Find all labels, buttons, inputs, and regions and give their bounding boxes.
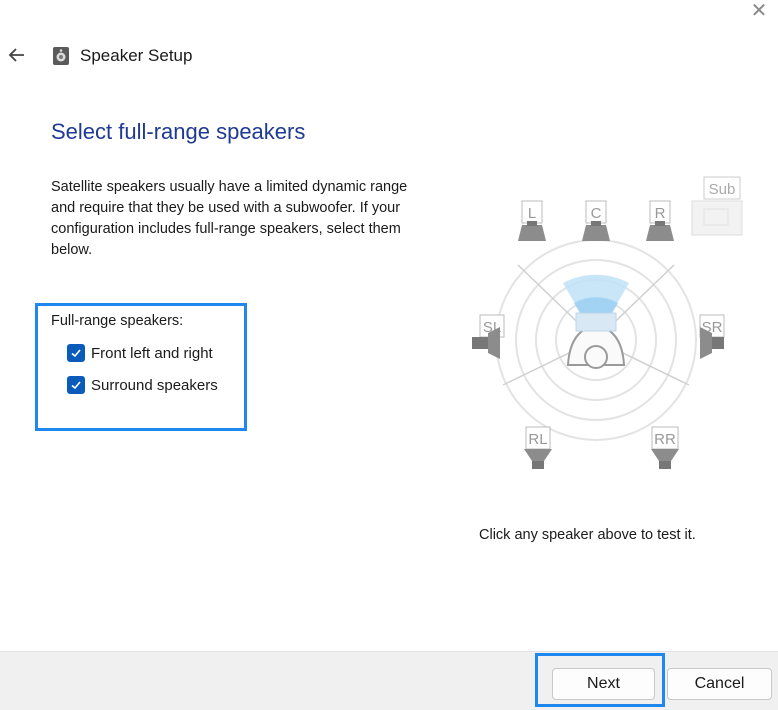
speaker-side-left-icon[interactable]: SL — [472, 314, 505, 359]
checkbox-checked-icon[interactable] — [67, 344, 85, 362]
speaker-front-left-icon[interactable]: L — [518, 200, 546, 241]
speaker-side-right-icon[interactable]: SR — [699, 314, 725, 359]
window-title: Speaker Setup — [80, 46, 193, 65]
speaker-rear-right-icon[interactable]: RR — [651, 426, 679, 469]
speaker-front-right-icon[interactable]: R — [646, 200, 674, 241]
svg-text:C: C — [591, 205, 602, 222]
full-range-label: Full-range speakers: — [51, 313, 184, 329]
svg-text:RL: RL — [528, 431, 547, 448]
front-left-right-label: Front left and right — [91, 344, 213, 362]
speaker-subwoofer-icon[interactable]: Sub — [691, 176, 743, 236]
cancel-button[interactable]: Cancel — [667, 668, 772, 700]
svg-text:RR: RR — [654, 431, 676, 448]
page-title: Select full-range speakers — [51, 119, 306, 144]
svg-text:R: R — [655, 205, 666, 222]
next-button[interactable]: Next — [552, 668, 655, 700]
surround-speakers-label: Surround speakers — [91, 376, 218, 394]
svg-text:L: L — [528, 205, 536, 222]
close-icon[interactable]: ✕ — [748, 0, 770, 22]
surround-speakers-checkbox[interactable]: Surround speakers — [67, 376, 218, 394]
back-arrow-icon[interactable] — [6, 44, 28, 66]
checkbox-checked-icon[interactable] — [67, 376, 85, 394]
test-speaker-hint: Click any speaker above to test it. — [479, 527, 696, 543]
speaker-rear-left-icon[interactable]: RL — [524, 426, 552, 469]
front-left-right-checkbox[interactable]: Front left and right — [67, 344, 213, 362]
speaker-app-icon — [52, 46, 70, 66]
svg-text:Sub: Sub — [709, 181, 736, 198]
speaker-center-icon[interactable]: C — [582, 200, 610, 241]
speaker-diagram: Click any speaker above to test it. L C … — [472, 176, 743, 469]
description-text: Satellite speakers usually have a limite… — [51, 179, 408, 258]
